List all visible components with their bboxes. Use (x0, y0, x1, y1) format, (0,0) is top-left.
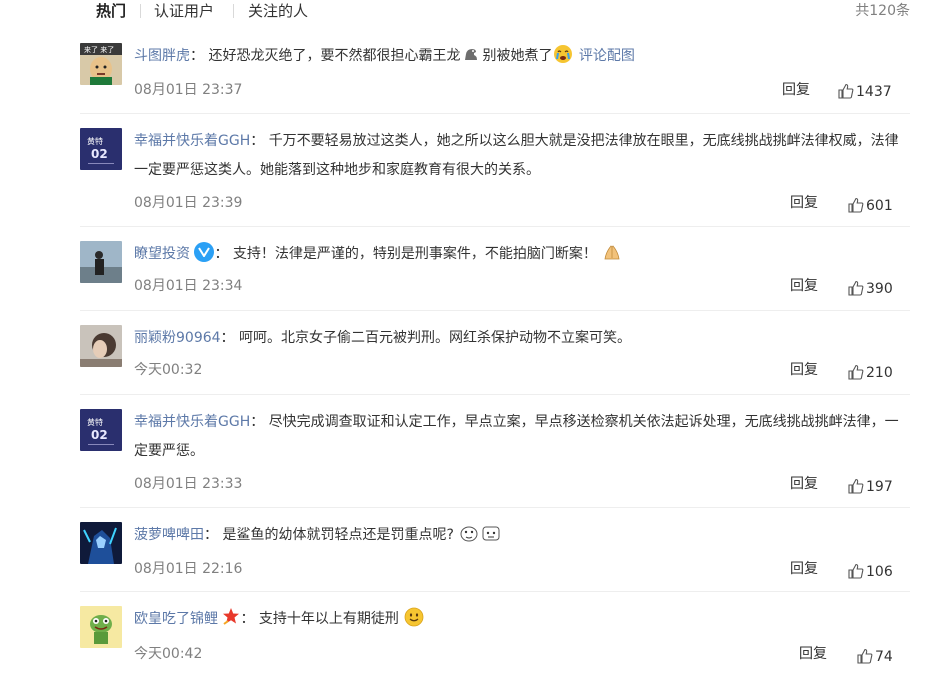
comment-text-continued: 别被她煮了 (482, 48, 553, 64)
avatar[interactable]: 黄特 02 (80, 128, 122, 170)
thumbs-up-icon (848, 364, 864, 380)
like-count: 601 (866, 198, 893, 214)
comment-body: 幸福并快乐着GGH： 尽快完成调查取证和认定工作，早点立案，早点移送检察机关依法… (134, 414, 899, 459)
like-button[interactable]: 1437 (838, 82, 892, 102)
svg-text:02: 02 (91, 428, 108, 442)
comment-body: 斗图胖虎： 还好恐龙灭绝了，要不然都很担心霸王龙 别被她煮了 评论配图 (134, 42, 910, 71)
comment-body: 欧皇吃了锦鲤 ： 支持十年以上有期徒刑 (134, 605, 910, 634)
like-count: 390 (866, 281, 893, 297)
avatar[interactable]: 黄特 02 (80, 409, 122, 451)
reply-button[interactable]: 回复 (790, 276, 818, 296)
comment-time: 08月01日 23:34 (134, 278, 243, 294)
avatar[interactable] (80, 522, 122, 564)
avatar[interactable] (80, 606, 122, 648)
doge-emoji-icon (460, 526, 478, 542)
thumbs-up-icon (848, 197, 864, 213)
comment-time: 今天00:32 (134, 362, 203, 378)
comment-username[interactable]: 瞭望投资 (134, 246, 190, 262)
svg-text:02: 02 (91, 147, 108, 161)
like-count: 210 (866, 365, 893, 381)
comment-item: 来了 来了 斗图胖虎： 还好恐龙灭绝了，要不然都很担心霸王龙 别被她煮了 评论配图… (0, 38, 936, 114)
comment-time: 08月01日 23:39 (134, 195, 243, 211)
comment-text: 是鲨鱼的幼体就罚轻点还是罚重点呢? (222, 527, 454, 543)
svg-text:黄特: 黄特 (87, 136, 103, 146)
like-button[interactable]: 210 (848, 363, 893, 383)
comment-body: 幸福并快乐着GGH： 千万不要轻易放过这类人，她之所以这么胆大就是没把法律放在眼… (134, 133, 899, 178)
avatar[interactable] (80, 325, 122, 367)
comment-username[interactable]: 幸福并快乐着GGH (134, 133, 250, 149)
comment-username[interactable]: 幸福并快乐着GGH (134, 414, 250, 430)
svg-text:来了 来了: 来了 来了 (84, 46, 114, 54)
comment-body: 瞭望投资 ： 支持！法律是严谨的，特别是刑事案件，不能拍脑门断案！ (134, 240, 910, 269)
avatar[interactable]: 来了 来了 (80, 43, 122, 85)
reply-button[interactable]: 回复 (790, 193, 818, 213)
thumbs-up-icon (848, 478, 864, 494)
comment-total-count: 共120条 (855, 3, 910, 19)
tab-hot[interactable]: 热门 (96, 0, 126, 22)
reply-button[interactable]: 回复 (790, 474, 818, 494)
comment-item: 瞭望投资 ： 支持！法律是严谨的，特别是刑事案件，不能拍脑门断案！ 08月01日… (0, 227, 936, 311)
comment-body: 菠萝啤啤田： 是鲨鱼的幼体就罚轻点还是罚重点呢? (134, 521, 910, 550)
comment-item: 丽颖粉90964： 呵呵。北京女子偷二百元被判刑。网红杀保护动物不立案可笑。 今… (0, 311, 936, 395)
reply-button[interactable]: 回复 (790, 360, 818, 380)
comment-username[interactable]: 丽颖粉90964 (134, 330, 221, 346)
like-button[interactable]: 197 (848, 477, 893, 497)
like-count: 106 (866, 564, 893, 580)
comment-text: 呵呵。北京女子偷二百元被判刑。网红杀保护动物不立案可笑。 (239, 330, 631, 346)
comment-username[interactable]: 欧皇吃了锦鲤 (134, 611, 218, 627)
praying-hands-emoji-icon (604, 245, 620, 260)
comment-time: 08月01日 22:16 (134, 561, 243, 577)
svg-text:黄特: 黄特 (87, 417, 103, 427)
like-count: 74 (875, 649, 893, 665)
comment-time: 08月01日 23:33 (134, 476, 243, 492)
crying-face-emoji-icon (554, 45, 573, 63)
reply-button[interactable]: 回复 (799, 644, 827, 664)
tab-verified-users[interactable]: 认证用户 (154, 0, 214, 22)
reply-button[interactable]: 回复 (790, 559, 818, 579)
smile-emoji-icon (404, 607, 424, 627)
comment-image-link[interactable]: 评论配图 (579, 48, 635, 64)
smirk-emoji-icon (482, 526, 500, 541)
like-button[interactable]: 74 (857, 647, 893, 667)
comment-item: 欧皇吃了锦鲤 ： 支持十年以上有期徒刑 今天00:42 回复 74 (0, 592, 936, 673)
tab-divider (140, 4, 141, 18)
comment-time: 08月01日 23:37 (134, 82, 243, 98)
tab-following[interactable]: 关注的人 (248, 0, 308, 22)
like-button[interactable]: 390 (848, 279, 893, 299)
comment-item: 黄特 02 幸福并快乐着GGH： 千万不要轻易放过这类人，她之所以这么胆大就是没… (0, 114, 936, 227)
comment-filter-tabs: 热门 认证用户 关注的人 共120条 (0, 0, 936, 24)
comment-item: 黄特 02 幸福并快乐着GGH： 尽快完成调查取证和认定工作，早点立案，早点移送… (0, 395, 936, 508)
verified-badge-icon (194, 242, 215, 262)
comment-text: 还好恐龙灭绝了，要不然都很担心霸王龙 (208, 48, 461, 64)
thumbs-up-icon (838, 83, 854, 99)
thumbs-up-icon (848, 280, 864, 296)
reply-button[interactable]: 回复 (782, 80, 810, 100)
comment-body: 丽颖粉90964： 呵呵。北京女子偷二百元被判刑。网红杀保护动物不立案可笑。 (134, 330, 631, 346)
comment-username[interactable]: 斗图胖虎 (134, 48, 190, 64)
comment-time: 今天00:42 (134, 646, 203, 662)
like-button[interactable]: 601 (848, 196, 893, 216)
comment-text: 支持！法律是严谨的，特别是刑事案件，不能拍脑门断案！ (232, 246, 597, 262)
dinosaur-emoji-icon (465, 49, 478, 60)
like-count: 197 (866, 479, 893, 495)
star-badge-icon (223, 608, 240, 625)
like-button[interactable]: 106 (848, 562, 893, 582)
thumbs-up-icon (857, 648, 873, 664)
tab-divider (233, 4, 234, 18)
comment-item: 菠萝啤啤田： 是鲨鱼的幼体就罚轻点还是罚重点呢? 08月01日 22:16 回复… (0, 508, 936, 592)
comment-username[interactable]: 菠萝啤啤田 (134, 527, 204, 543)
comment-text: 支持十年以上有期徒刑 (258, 611, 399, 627)
like-count: 1437 (856, 84, 892, 100)
thumbs-up-icon (848, 563, 864, 579)
avatar[interactable] (80, 241, 122, 283)
